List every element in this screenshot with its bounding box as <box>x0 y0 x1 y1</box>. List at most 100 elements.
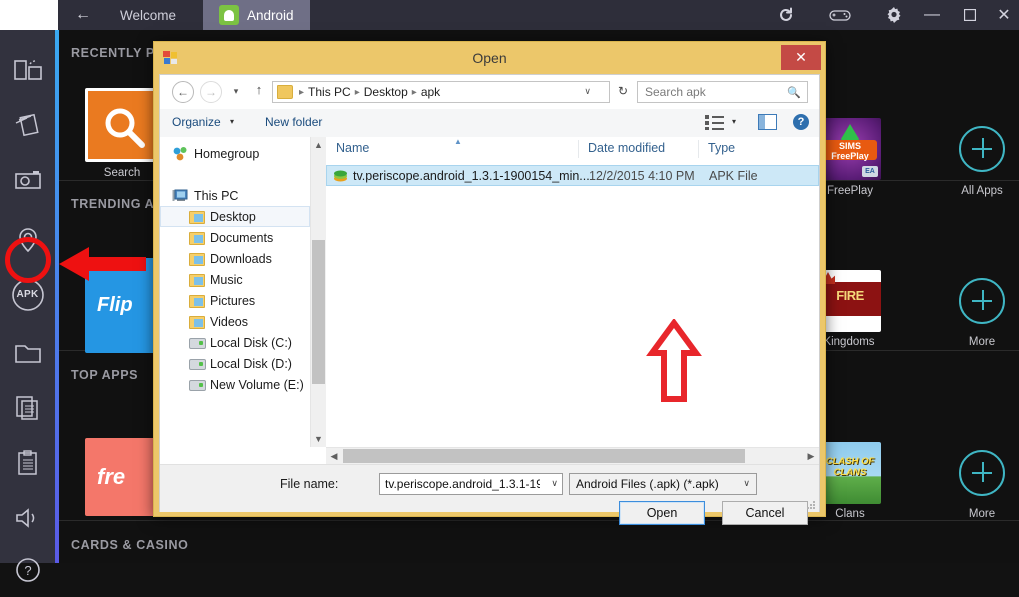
tree-item-music[interactable]: Music <box>188 269 243 290</box>
nav-forward-button[interactable]: → <box>200 81 222 103</box>
app-tile-clash-of-clans[interactable]: CLASH OF CLANS <box>819 442 881 504</box>
tree-item-label: Downloads <box>210 251 272 266</box>
scroll-left-icon[interactable]: ◀ <box>326 448 342 464</box>
column-separator[interactable] <box>578 140 579 158</box>
resize-grip[interactable] <box>807 501 816 510</box>
tree-item-local-disk-d[interactable]: Local Disk (D:) <box>188 353 292 374</box>
column-separator[interactable] <box>698 140 699 158</box>
tree-item-local-disk-c[interactable]: Local Disk (C:) <box>188 332 292 353</box>
scroll-right-icon[interactable]: ▶ <box>803 448 819 464</box>
tree-item-label: Desktop <box>210 209 256 224</box>
breadcrumb-sep: ▸ <box>411 86 417 98</box>
app-tile-freeplay[interactable]: SIMS FreePlay EA <box>819 118 881 180</box>
all-apps-button[interactable] <box>959 126 1005 172</box>
tree-item-pictures[interactable]: Pictures <box>188 290 255 311</box>
scrollbar-thumb[interactable] <box>312 240 325 384</box>
sidebar-item-volume[interactable] <box>0 490 55 545</box>
sidebar-item-copy[interactable] <box>0 380 55 435</box>
tab-welcome-label: Welcome <box>120 7 177 23</box>
back-arrow-icon[interactable]: ← <box>72 5 94 25</box>
organize-caret-icon[interactable]: ▾ <box>230 117 234 126</box>
breadcrumb[interactable]: ▸ This PC ▸ Desktop ▸ apk ∨ <box>272 81 610 103</box>
more-label-2: More <box>968 508 996 520</box>
search-input[interactable]: Search apk 🔍 <box>637 81 808 103</box>
new-folder-button[interactable]: New folder <box>265 115 322 129</box>
app-tile-freeplay-title: SIMS FreePlay <box>823 140 877 161</box>
breadcrumb-item-1[interactable]: Desktop <box>364 85 408 99</box>
sidebar-item-screenshot[interactable] <box>0 152 55 207</box>
tree-item-label: Videos <box>210 314 248 329</box>
tree-item-downloads[interactable]: Downloads <box>188 248 272 269</box>
tree-item-videos[interactable]: Videos <box>188 311 248 332</box>
column-header-date-modified[interactable]: Date modified <box>588 141 665 155</box>
disk-icon <box>188 335 206 350</box>
file-list[interactable]: tv.periscope.android_1.3.1-1900154_min..… <box>326 161 819 447</box>
organize-button[interactable]: Organize <box>172 115 221 129</box>
tree-item-documents[interactable]: Documents <box>188 227 273 248</box>
breadcrumb-item-2[interactable]: apk <box>421 85 440 99</box>
breadcrumb-sep: ▸ <box>354 86 360 98</box>
help-icon[interactable]: ? <box>793 114 809 130</box>
maximize-button[interactable] <box>954 0 986 30</box>
sidebar-item-paste[interactable] <box>0 435 55 490</box>
file-name-input[interactable]: tv.periscope.android_1.3.1-1900154_minAP… <box>379 473 563 495</box>
cancel-button[interactable]: Cancel <box>722 501 808 525</box>
refresh-icon[interactable] <box>770 0 802 30</box>
file-list-header: Name ▲ Date modified Type <box>326 137 819 162</box>
disk-icon <box>188 356 206 371</box>
tree-item-label: New Volume (E:) <box>210 377 304 392</box>
sidebar-rail: APK ? <box>0 30 55 582</box>
disk-icon <box>188 377 206 392</box>
gear-icon[interactable] <box>878 0 910 30</box>
app-tile-kingdoms[interactable]: FIRE <box>819 270 881 332</box>
app-tile-search[interactable] <box>85 88 159 162</box>
sort-ascending-icon: ▲ <box>454 137 462 146</box>
dialog-close-button[interactable]: ✕ <box>781 45 821 70</box>
folder-icon <box>188 230 205 245</box>
view-options-icon[interactable] <box>705 114 725 131</box>
sidebar-item-help[interactable]: ? <box>0 542 55 597</box>
nav-pane-scrollbar[interactable]: ▲ ▼ <box>310 137 326 447</box>
open-button[interactable]: Open <box>619 501 705 525</box>
freeplay-title-top: SIMS <box>838 141 861 151</box>
file-type-select[interactable]: Android Files (.apk) (*.apk) ∨ <box>569 473 757 495</box>
address-refresh-icon[interactable]: ↻ <box>615 84 631 100</box>
column-header-type[interactable]: Type <box>708 141 735 155</box>
scrollbar-thumb[interactable] <box>343 449 745 463</box>
scroll-up-icon[interactable]: ▲ <box>311 137 326 153</box>
tree-item-this-pc[interactable]: This PC <box>172 185 238 206</box>
chevron-down-icon[interactable]: ∨ <box>551 478 558 489</box>
close-button[interactable]: ✕ <box>992 0 1016 30</box>
tab-android[interactable]: Android <box>203 0 310 30</box>
chevron-down-icon[interactable]: ∨ <box>584 86 591 97</box>
tree-item-homegroup[interactable]: Homegroup <box>172 143 259 164</box>
all-apps-label: All Apps <box>961 185 1003 197</box>
minimize-button[interactable]: — <box>916 0 948 30</box>
gamepad-icon[interactable] <box>824 0 856 30</box>
nav-up-button[interactable]: ↑ <box>250 82 268 102</box>
tree-item-desktop[interactable]: Desktop <box>188 206 256 227</box>
folder-icon <box>188 209 205 224</box>
scroll-down-icon[interactable]: ▼ <box>311 431 326 447</box>
more-button-1[interactable] <box>959 278 1005 324</box>
tree-item-label: Homegroup <box>194 146 260 161</box>
table-row[interactable]: tv.periscope.android_1.3.1-1900154_min..… <box>326 165 819 186</box>
dialog-titlebar[interactable]: Open ✕ <box>154 42 825 74</box>
view-caret-icon[interactable]: ▾ <box>732 117 736 126</box>
chevron-down-icon[interactable]: ∨ <box>743 478 750 489</box>
preview-pane-icon[interactable] <box>758 114 777 130</box>
search-icon: 🔍 <box>787 87 801 99</box>
bluestacks-window: RECENTLY P TRENDING A TOP APPS CARDS & C… <box>0 0 1019 582</box>
sidebar-item-multi-instance[interactable] <box>0 42 55 97</box>
app-label-search: Search <box>103 167 141 179</box>
sidebar-item-cards[interactable] <box>0 97 55 152</box>
tree-item-new-volume-e[interactable]: New Volume (E:) <box>188 374 304 395</box>
recent-locations-icon[interactable]: ▾ <box>228 86 244 98</box>
more-button-2[interactable] <box>959 450 1005 496</box>
nav-back-button[interactable]: ← <box>172 81 194 103</box>
sidebar-item-folder[interactable] <box>0 326 55 381</box>
tab-welcome[interactable]: Welcome <box>104 0 192 30</box>
column-header-name[interactable]: Name <box>336 141 369 155</box>
file-list-horizontal-scrollbar[interactable]: ◀ ▶ <box>326 447 819 464</box>
breadcrumb-item-0[interactable]: This PC <box>308 85 351 99</box>
